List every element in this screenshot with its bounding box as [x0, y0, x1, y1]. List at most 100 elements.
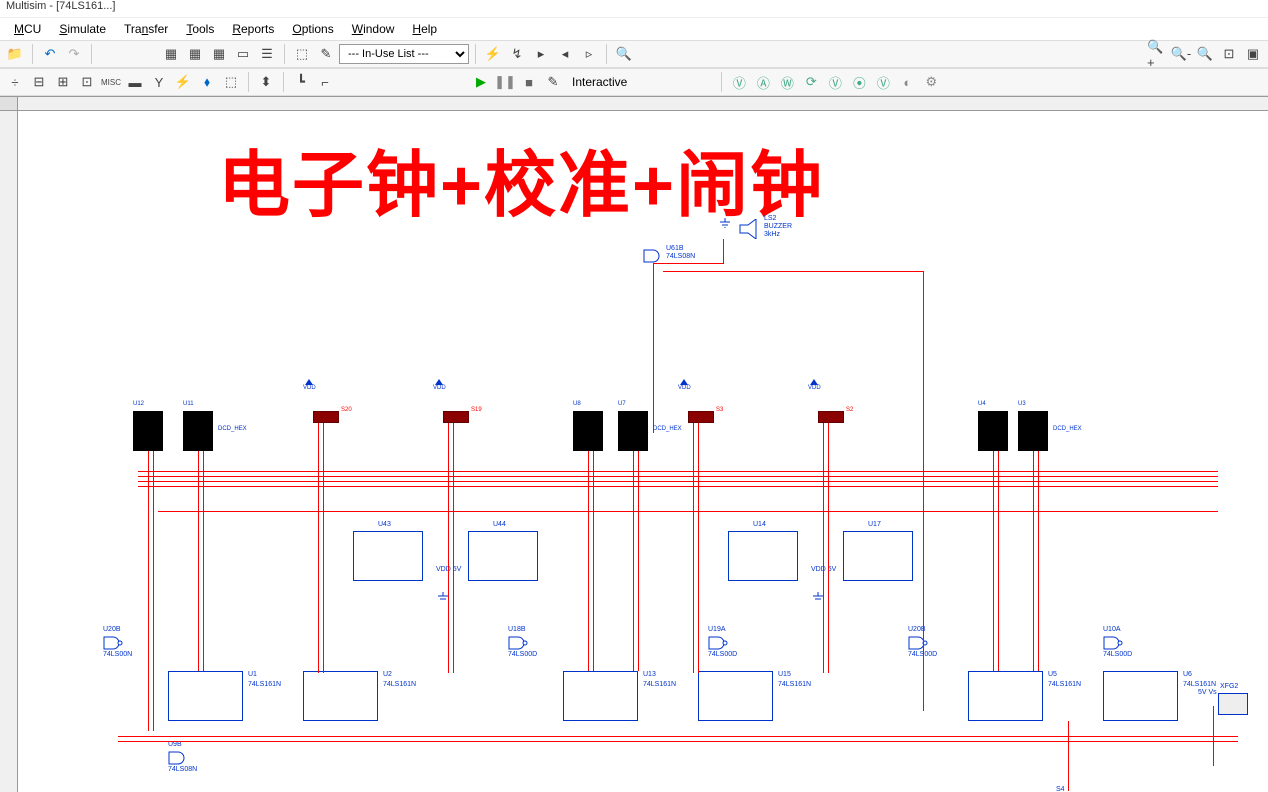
- gate-top-name: 74LS08N: [666, 253, 695, 260]
- menu-bar: MCU Simulate Transfer Tools Reports Opti…: [0, 18, 1268, 40]
- schematic-canvas[interactable]: 电子钟+校准+闹钟 LS2 BUZZER 3kHz U61B 74LS08N U…: [18, 111, 1268, 792]
- display-u7[interactable]: [618, 411, 648, 451]
- switch-s4: S4: [1056, 786, 1065, 792]
- comp-conn-icon[interactable]: ⬚: [220, 71, 242, 93]
- menu-window[interactable]: Window: [344, 20, 403, 38]
- chip-u44[interactable]: [468, 531, 538, 581]
- title-bar: Multisim - [74LS161...]: [0, 0, 1268, 18]
- hier-icon[interactable]: ⬍: [255, 71, 277, 93]
- chip-u43[interactable]: [353, 531, 423, 581]
- vdd-3: VDD: [678, 379, 691, 391]
- dip-s2[interactable]: [818, 411, 844, 423]
- dip-s20[interactable]: [313, 411, 339, 423]
- menu-reports[interactable]: Reports: [224, 20, 282, 38]
- chip-u15[interactable]: [698, 671, 773, 721]
- chip-u14[interactable]: [728, 531, 798, 581]
- interactive-label: Interactive: [566, 75, 633, 89]
- dip-s19[interactable]: [443, 411, 469, 423]
- display-u12[interactable]: [133, 411, 163, 451]
- fullscreen-icon[interactable]: ▣: [1242, 43, 1264, 65]
- list-icon[interactable]: ☰: [256, 43, 278, 65]
- sim8-icon[interactable]: ◐: [896, 71, 918, 93]
- stop-icon[interactable]: ■: [518, 71, 540, 93]
- comp-source-icon[interactable]: ÷: [4, 71, 26, 93]
- comp-rf-icon[interactable]: Y: [148, 71, 170, 93]
- menu-tools[interactable]: Tools: [178, 20, 222, 38]
- display-u4[interactable]: [978, 411, 1008, 451]
- sim1-icon[interactable]: Ⓥ: [728, 71, 750, 93]
- zoom-fit-icon[interactable]: ⊡: [1218, 43, 1240, 65]
- probe-xfg2[interactable]: [1218, 693, 1248, 715]
- gate-u20b-1[interactable]: [103, 636, 123, 650]
- inuse-list-select[interactable]: --- In-Use List ---: [339, 44, 469, 64]
- open-icon[interactable]: 📁: [4, 43, 26, 65]
- tool-b-icon[interactable]: ✎: [315, 43, 337, 65]
- sheet-icon[interactable]: ▭: [232, 43, 254, 65]
- dip-s3[interactable]: [688, 411, 714, 423]
- zoom-in-icon[interactable]: 🔍+: [1146, 43, 1168, 65]
- display-u3[interactable]: [1018, 411, 1048, 451]
- pause-icon[interactable]: ❚❚: [494, 71, 516, 93]
- display-u8[interactable]: [573, 411, 603, 451]
- sim6-icon[interactable]: ⦿: [848, 71, 870, 93]
- comp-analog-icon[interactable]: ▬: [124, 71, 146, 93]
- grid1-icon[interactable]: ▦: [184, 43, 206, 65]
- sim7-icon[interactable]: Ⓥ: [872, 71, 894, 93]
- gate-u19a[interactable]: [708, 636, 728, 650]
- grid2-icon[interactable]: ▦: [208, 43, 230, 65]
- canvas-area: 电子钟+校准+闹钟 LS2 BUZZER 3kHz U61B 74LS08N U…: [0, 96, 1268, 792]
- zoom-out-icon[interactable]: 🔍-: [1170, 43, 1192, 65]
- sim5-icon[interactable]: Ⓥ: [824, 71, 846, 93]
- comp-basic-icon[interactable]: ⊟: [28, 71, 50, 93]
- chip-u17[interactable]: [843, 531, 913, 581]
- comp-misc-icon[interactable]: MISC: [100, 71, 122, 93]
- schematic-title: 电子钟+校准+闹钟: [218, 126, 824, 231]
- interactive-icon[interactable]: ✎: [542, 71, 564, 93]
- probe1-icon[interactable]: ⚡: [482, 43, 504, 65]
- menu-transfer[interactable]: Transfer: [116, 20, 176, 38]
- comp-diode-icon[interactable]: ⊞: [52, 71, 74, 93]
- gate-u18b[interactable]: [508, 636, 528, 650]
- comp-transistor-icon[interactable]: ⊡: [76, 71, 98, 93]
- zoom-area-icon[interactable]: 🔍: [1194, 43, 1216, 65]
- ground-icon: [718, 217, 732, 231]
- chip-u6[interactable]: [1103, 671, 1178, 721]
- buzzer-component[interactable]: LS2 BUZZER 3kHz: [738, 219, 762, 242]
- chip-u2[interactable]: [303, 671, 378, 721]
- menu-help[interactable]: Help: [404, 20, 445, 38]
- sim4-icon[interactable]: ⟳: [800, 71, 822, 93]
- chip-u5[interactable]: [968, 671, 1043, 721]
- sim-settings-icon[interactable]: ⚙: [920, 71, 942, 93]
- gate-u9b[interactable]: [168, 751, 188, 765]
- title-text: Multisim - [74LS161...]: [6, 0, 115, 12]
- comp-elec-icon[interactable]: ⚡: [172, 71, 194, 93]
- gate-u20b-2[interactable]: [908, 636, 928, 650]
- redo-icon[interactable]: ↷: [63, 43, 85, 65]
- probe5-icon[interactable]: ▹: [578, 43, 600, 65]
- ruler-corner: [0, 97, 18, 111]
- vs-5v-label: 5V Vs: [1198, 689, 1217, 696]
- db-icon[interactable]: ▦: [160, 43, 182, 65]
- comp-ind-icon[interactable]: ⬧: [196, 71, 218, 93]
- sim3-icon[interactable]: Ⓦ: [776, 71, 798, 93]
- probe4-icon[interactable]: ◂: [554, 43, 576, 65]
- menu-options[interactable]: Options: [284, 20, 341, 38]
- menu-simulate[interactable]: Simulate: [51, 20, 114, 38]
- probe3-icon[interactable]: ▸: [530, 43, 552, 65]
- tool-a-icon[interactable]: ⬚: [291, 43, 313, 65]
- probe2-icon[interactable]: ↯: [506, 43, 528, 65]
- display-u11[interactable]: [183, 411, 213, 451]
- search-icon[interactable]: 🔍: [613, 43, 635, 65]
- toolbar-row-1: 📁 ↶ ↷ ▦ ▦ ▦ ▭ ☰ ⬚ ✎ --- In-Use List --- …: [0, 40, 1268, 68]
- junction-icon[interactable]: ⌐: [314, 71, 336, 93]
- chip-u1[interactable]: [168, 671, 243, 721]
- toolbar-row-2: ÷ ⊟ ⊞ ⊡ MISC ▬ Y ⚡ ⬧ ⬚ ⬍ ┗ ⌐ ▶ ❚❚ ■ ✎ In…: [0, 68, 1268, 96]
- and-gate-top[interactable]: [643, 249, 663, 263]
- gate-u10a[interactable]: [1103, 636, 1123, 650]
- chip-u13[interactable]: [563, 671, 638, 721]
- sim2-icon[interactable]: Ⓐ: [752, 71, 774, 93]
- run-icon[interactable]: ▶: [470, 71, 492, 93]
- undo-icon[interactable]: ↶: [39, 43, 61, 65]
- menu-mcu[interactable]: MCU: [6, 20, 49, 38]
- bus-icon[interactable]: ┗: [290, 71, 312, 93]
